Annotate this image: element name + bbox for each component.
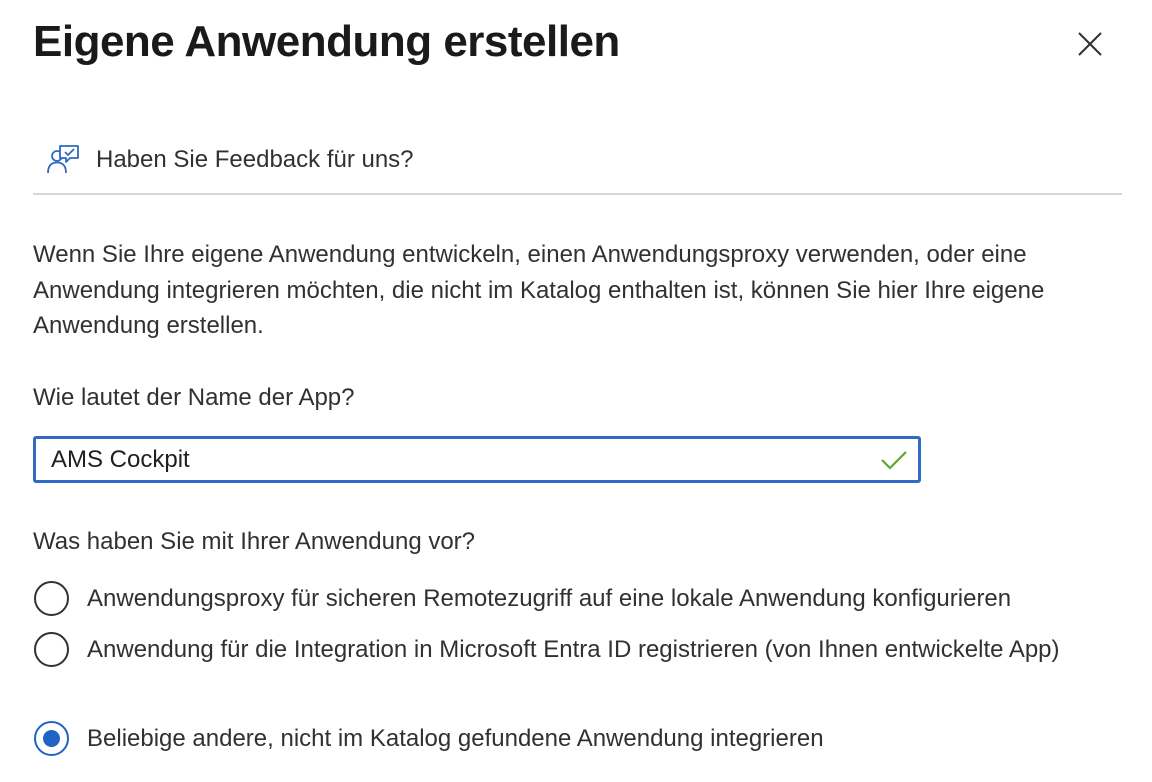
close-icon: [1078, 32, 1102, 56]
app-name-label: Wie lautet der Name der App?: [33, 384, 355, 411]
app-name-field: [33, 436, 921, 483]
page-title: Eigene Anwendung erstellen: [33, 17, 620, 66]
option-label: Anwendungsproxy für sicheren Remotezugri…: [87, 585, 1012, 612]
purpose-option-register-app[interactable]: Anwendung für die Integration in Microso…: [34, 632, 1097, 668]
purpose-option-non-gallery[interactable]: Beliebige andere, nicht im Katalog gefun…: [34, 721, 824, 757]
description-text: Wenn Sie Ihre eigene Anwendung entwickel…: [33, 241, 1045, 339]
app-name-input[interactable]: [36, 439, 918, 480]
close-button[interactable]: [1070, 24, 1110, 64]
feedback-person-icon: [46, 143, 80, 177]
divider: [33, 193, 1122, 195]
checkmark-icon: [881, 451, 907, 470]
option-label: Anwendung für die Integration in Microso…: [87, 636, 1060, 663]
feedback-label: Haben Sie Feedback für uns?: [96, 146, 414, 173]
purpose-option-app-proxy[interactable]: Anwendungsproxy für sicheren Remotezugri…: [34, 581, 1011, 617]
radio-button[interactable]: [34, 581, 69, 616]
create-app-panel: Eigene Anwendung erstellen Haben Sie Fee…: [0, 0, 1152, 782]
option-label: Beliebige andere, nicht im Katalog gefun…: [87, 725, 824, 752]
radio-button-selected[interactable]: [34, 721, 69, 756]
radio-button[interactable]: [34, 632, 69, 667]
app-purpose-label: Was haben Sie mit Ihrer Anwendung vor?: [33, 528, 476, 555]
feedback-link[interactable]: Haben Sie Feedback für uns?: [46, 140, 414, 180]
